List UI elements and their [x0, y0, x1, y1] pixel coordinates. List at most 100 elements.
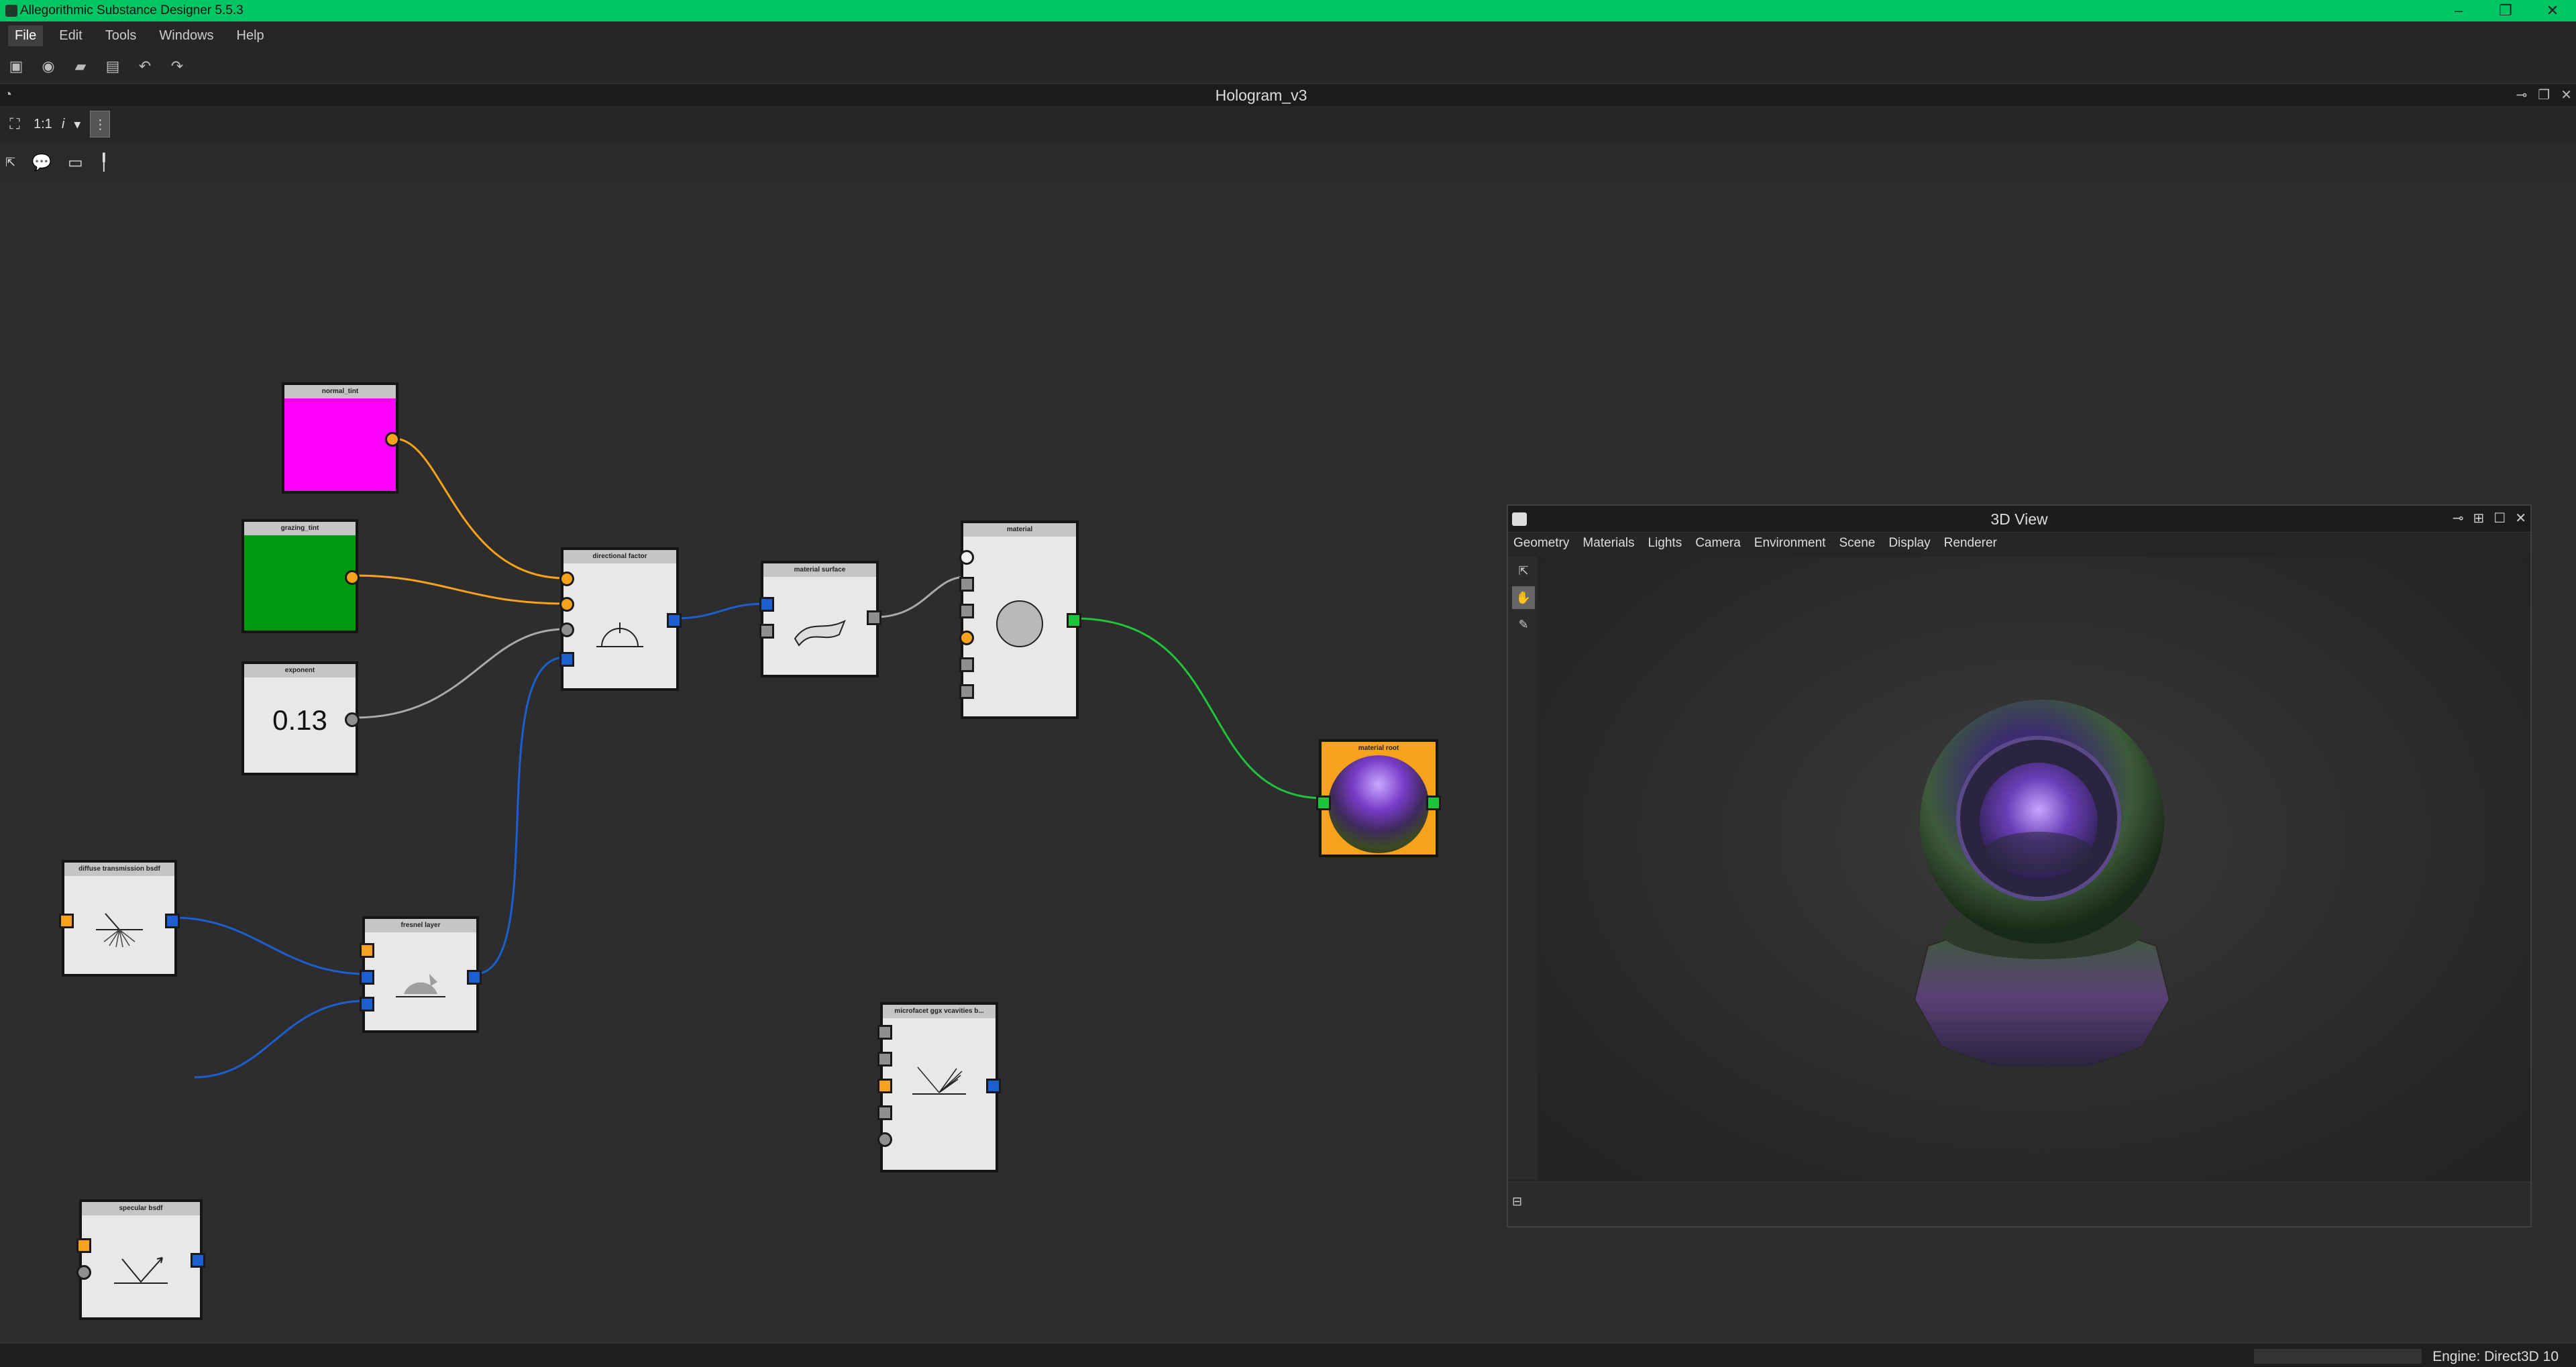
- menu-materials[interactable]: Materials: [1582, 536, 1634, 551]
- progress-track: [2254, 1349, 2422, 1364]
- zoom-1-1-button[interactable]: 1:1: [34, 117, 52, 132]
- output-port[interactable]: [867, 610, 881, 625]
- pin-tool-icon[interactable]: ╿: [99, 153, 109, 172]
- light-tool-icon[interactable]: ✎: [1512, 613, 1535, 636]
- input-port[interactable]: [959, 577, 974, 592]
- input-port[interactable]: [76, 1265, 91, 1280]
- node-title: specular bsdf: [82, 1202, 200, 1215]
- camera-tool-icon[interactable]: ✋: [1512, 586, 1535, 609]
- input-port[interactable]: [360, 943, 374, 958]
- input-port[interactable]: [959, 550, 974, 565]
- menu-tools[interactable]: Tools: [99, 25, 144, 46]
- menu-file[interactable]: File: [8, 25, 44, 46]
- node-material[interactable]: material: [959, 521, 1081, 719]
- input-port[interactable]: [76, 1238, 91, 1253]
- node-directional-factor[interactable]: directional factor: [559, 547, 682, 691]
- frame-icon[interactable]: ▭: [68, 153, 83, 172]
- output-port[interactable]: [1426, 796, 1441, 810]
- pin-icon[interactable]: ⊸: [2516, 87, 2528, 103]
- wire-exponent: [354, 628, 566, 719]
- input-port[interactable]: [959, 631, 974, 645]
- input-port[interactable]: [360, 970, 374, 985]
- input-port[interactable]: [59, 914, 74, 928]
- menu-help[interactable]: Help: [230, 25, 271, 46]
- dropdown-arrow-icon[interactable]: ▾: [74, 116, 80, 133]
- snap-tool-icon[interactable]: ⋮: [90, 111, 111, 138]
- layout-icon[interactable]: ⊞: [2473, 510, 2485, 527]
- node-fresnel-layer[interactable]: fresnel layer: [360, 916, 482, 1033]
- input-port[interactable]: [959, 684, 974, 699]
- comment-icon[interactable]: 💬: [32, 153, 52, 172]
- save-icon[interactable]: ▤: [103, 57, 122, 76]
- menu-lights[interactable]: Lights: [1648, 536, 1682, 551]
- main-toolbar: ▣ ◉ ▰ ▤ ↶ ↷: [0, 50, 2576, 83]
- 3d-viewport[interactable]: [1539, 557, 2529, 1181]
- wire-diffuse-fresnel: [172, 916, 367, 975]
- input-port[interactable]: [959, 604, 974, 618]
- menu-geometry[interactable]: Geometry: [1513, 536, 1569, 551]
- output-port[interactable]: [165, 914, 180, 928]
- close-icon[interactable]: ✕: [2515, 510, 2526, 527]
- input-port[interactable]: [559, 597, 574, 612]
- input-port[interactable]: [559, 571, 574, 586]
- output-port[interactable]: [345, 570, 360, 585]
- node-title: diffuse transmission bsdf: [64, 863, 174, 876]
- node-exponent[interactable]: exponent 0.13: [241, 661, 360, 775]
- output-port[interactable]: [467, 970, 482, 985]
- menu-renderer[interactable]: Renderer: [1944, 536, 1997, 551]
- close-button[interactable]: ✕: [2529, 0, 2576, 21]
- menu-windows[interactable]: Windows: [152, 25, 220, 46]
- node-title: normal_tint: [284, 385, 396, 398]
- microfacet-icon: [912, 1067, 966, 1095]
- export-icon[interactable]: ⇱: [1512, 559, 1535, 582]
- node-specular-bsdf[interactable]: specular bsdf: [76, 1199, 205, 1320]
- node-diffuse-transmission-bsdf[interactable]: diffuse transmission bsdf: [59, 860, 180, 977]
- input-port[interactable]: [1316, 796, 1331, 810]
- output-port[interactable]: [385, 432, 400, 447]
- input-port[interactable]: [759, 624, 774, 639]
- redo-icon[interactable]: ↷: [168, 57, 186, 76]
- open-folder-icon[interactable]: ▰: [71, 57, 90, 76]
- menu-camera[interactable]: Camera: [1695, 536, 1741, 551]
- minimize-button[interactable]: –: [2435, 0, 2482, 21]
- node-material-root[interactable]: material root: [1316, 739, 1441, 857]
- node-material-surface[interactable]: material surface: [759, 561, 881, 677]
- input-port[interactable]: [877, 1052, 892, 1067]
- menu-display[interactable]: Display: [1888, 536, 1930, 551]
- output-port[interactable]: [1067, 613, 1081, 628]
- input-port[interactable]: [877, 1025, 892, 1040]
- info-button[interactable]: i: [62, 117, 64, 132]
- fit-view-icon[interactable]: ⛶: [5, 115, 24, 133]
- input-port[interactable]: [877, 1079, 892, 1093]
- output-port[interactable]: [191, 1253, 205, 1268]
- node-microfacet-ggx[interactable]: microfacet ggx vcavities b...: [877, 1002, 1001, 1172]
- new-substance-icon[interactable]: ▣: [7, 57, 25, 76]
- undo-icon[interactable]: ↶: [136, 57, 154, 76]
- menu-edit[interactable]: Edit: [52, 25, 89, 46]
- input-port[interactable]: [877, 1105, 892, 1120]
- node-normal-tint[interactable]: normal_tint: [282, 382, 400, 494]
- close-icon[interactable]: ✕: [2561, 87, 2572, 103]
- input-port[interactable]: [759, 597, 774, 612]
- status-bar: Engine: Direct3D 10: [0, 1343, 2576, 1367]
- title-bar: Allegorithmic Substance Designer 5.5.3 –…: [0, 0, 2576, 21]
- maximize-icon[interactable]: ☐: [2493, 510, 2506, 527]
- hierarchy-icon[interactable]: ⊟: [1512, 1195, 1522, 1209]
- new-package-icon[interactable]: ◉: [39, 57, 58, 76]
- output-port[interactable]: [986, 1079, 1001, 1093]
- material-surface-icon: [794, 619, 846, 647]
- restore-button[interactable]: ❐: [2482, 0, 2529, 21]
- pin-icon[interactable]: ⊸: [2453, 510, 2464, 527]
- input-port[interactable]: [559, 652, 574, 667]
- input-port[interactable]: [877, 1132, 892, 1147]
- node-grazing-tint[interactable]: grazing_tint: [241, 519, 360, 633]
- float-icon[interactable]: ❐: [2538, 87, 2550, 103]
- input-port[interactable]: [959, 657, 974, 672]
- output-port[interactable]: [667, 613, 682, 628]
- input-port[interactable]: [360, 997, 374, 1011]
- export-icon[interactable]: ⇱: [5, 156, 15, 170]
- menu-scene[interactable]: Scene: [1839, 536, 1875, 551]
- menu-environment[interactable]: Environment: [1754, 536, 1826, 551]
- input-port[interactable]: [559, 622, 574, 637]
- output-port[interactable]: [345, 712, 360, 727]
